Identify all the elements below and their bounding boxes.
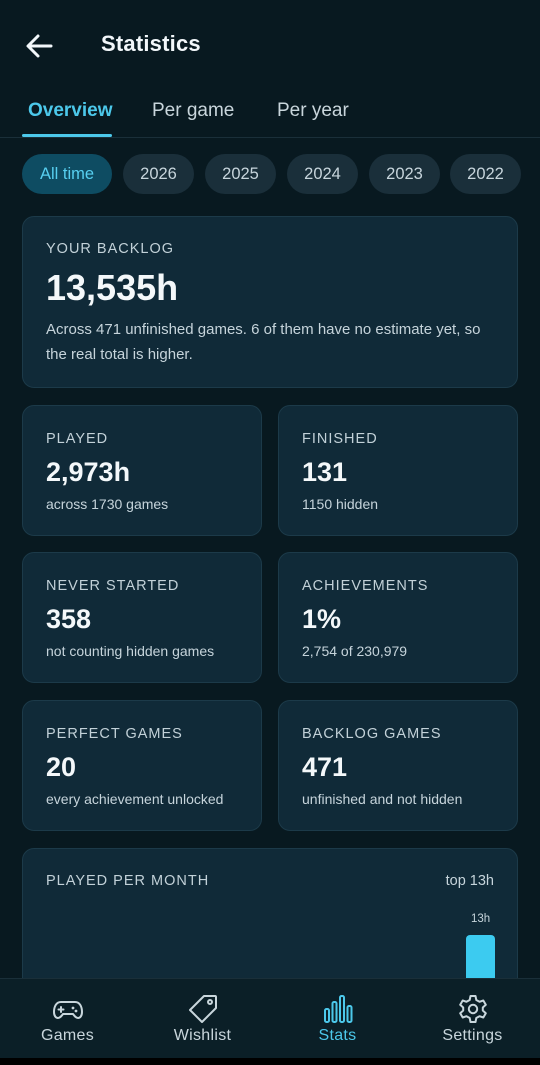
- achievements-sub: 2,754 of 230,979: [302, 643, 408, 659]
- chip-2023[interactable]: 2023: [369, 154, 440, 194]
- tab-per-game[interactable]: Per game: [152, 100, 234, 122]
- app-header: Statistics: [0, 0, 540, 90]
- back-button[interactable]: [20, 28, 58, 64]
- finished-value: 131: [302, 457, 348, 487]
- nav-games[interactable]: Games: [0, 979, 135, 1058]
- chip-2025[interactable]: 2025: [205, 154, 276, 194]
- tab-overview[interactable]: Overview: [28, 100, 113, 122]
- nav-stats-label: Stats: [318, 1027, 357, 1044]
- never-started-sub: not counting hidden games: [46, 643, 215, 659]
- chip-2022[interactable]: 2022: [450, 154, 521, 194]
- tab-bar: Overview Per game Per year: [0, 90, 540, 138]
- gear-icon: [458, 995, 487, 1023]
- played-value: 2,973h: [46, 457, 131, 487]
- nav-settings-label: Settings: [442, 1027, 503, 1044]
- nav-wishlist-label: Wishlist: [173, 1027, 232, 1044]
- backlog-games-value: 471: [302, 752, 348, 782]
- perfect-games-card: PERFECT GAMES 20 every achievement unloc…: [22, 700, 262, 831]
- backlog-card: YOUR BACKLOG 13,535h Across 471 unfinish…: [22, 216, 518, 388]
- bar-chart-icon: [323, 995, 352, 1023]
- nav-wishlist[interactable]: Wishlist: [135, 979, 270, 1058]
- never-started-label: NEVER STARTED: [46, 578, 180, 594]
- active-tab-indicator: [22, 134, 112, 137]
- never-started-value: 358: [46, 604, 92, 634]
- achievements-label: ACHIEVEMENTS: [302, 578, 429, 594]
- backlog-value: 13,535h: [46, 267, 179, 308]
- finished-label: FINISHED: [302, 431, 378, 447]
- tab-per-year[interactable]: Per year: [277, 100, 349, 122]
- perfect-games-label: PERFECT GAMES: [46, 726, 183, 742]
- perfect-games-sub: every achievement unlocked: [46, 791, 224, 807]
- played-label: PLAYED: [46, 431, 109, 447]
- system-navigation-bar: [0, 1058, 540, 1065]
- nav-stats[interactable]: Stats: [270, 979, 405, 1058]
- backlog-games-label: BACKLOG GAMES: [302, 726, 442, 742]
- backlog-description: Across 471 unfinished games. 6 of them h…: [46, 321, 481, 363]
- nav-settings[interactable]: Settings: [405, 979, 540, 1058]
- page-title: Statistics: [101, 31, 201, 56]
- backlog-label: YOUR BACKLOG: [46, 241, 175, 257]
- chip-2026[interactable]: 2026: [123, 154, 194, 194]
- achievements-value: 1%: [302, 604, 342, 634]
- finished-sub: 1150 hidden: [302, 496, 379, 512]
- nav-games-label: Games: [40, 1027, 95, 1044]
- tag-icon: [188, 995, 217, 1023]
- perfect-games-value: 20: [46, 752, 77, 782]
- bar-value-label: 13h: [471, 913, 491, 925]
- gamepad-icon: [52, 1001, 83, 1019]
- played-card: PLAYED 2,973h across 1730 games: [22, 405, 262, 536]
- arrow-left-icon: [26, 34, 53, 58]
- achievements-card: ACHIEVEMENTS 1% 2,754 of 230,979: [278, 552, 518, 683]
- bottom-navigation: Games Wishlist Stats Settings: [0, 978, 540, 1058]
- backlog-games-card: BACKLOG GAMES 471 unfinished and not hid…: [278, 700, 518, 831]
- chip-all-time[interactable]: All time: [22, 154, 112, 194]
- finished-card: FINISHED 131 1150 hidden: [278, 405, 518, 536]
- period-filter-chips: All time 2026 2025 2024 2023 2022: [22, 154, 540, 194]
- never-started-card: NEVER STARTED 358 not counting hidden ga…: [22, 552, 262, 683]
- app-screen: Statistics Overview Per game Per year Al…: [0, 0, 540, 1058]
- played-sub: across 1730 games: [46, 496, 169, 512]
- backlog-games-sub: unfinished and not hidden: [302, 791, 463, 807]
- chip-2024[interactable]: 2024: [287, 154, 358, 194]
